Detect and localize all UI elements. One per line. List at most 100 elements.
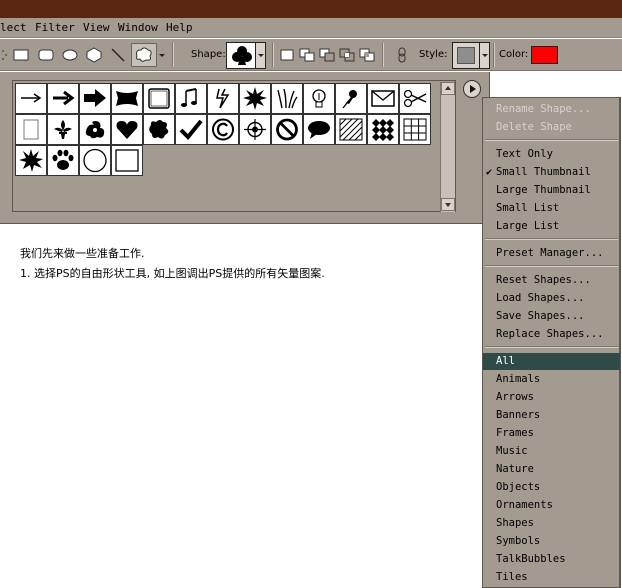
- shape-cell-splat[interactable]: [15, 145, 47, 176]
- menu-item-talkbubbles[interactable]: TalkBubbles: [483, 551, 620, 568]
- shape-cell-paw-print[interactable]: [47, 145, 79, 176]
- menu-item-frames[interactable]: Frames: [483, 425, 620, 442]
- menu-item-ornaments[interactable]: Ornaments: [483, 497, 620, 514]
- custom-shape-picker-panel: [0, 72, 490, 224]
- menu-item-objects[interactable]: Objects: [483, 479, 620, 496]
- shape-cell-envelope[interactable]: [367, 83, 399, 114]
- style-picker-arrow[interactable]: [479, 43, 489, 68]
- line-tool-icon[interactable]: [109, 46, 127, 64]
- menu-item-large-thumbnail[interactable]: Large Thumbnail: [483, 182, 620, 199]
- menu-window[interactable]: Window: [118, 21, 158, 34]
- shape-cell-lightbulb[interactable]: [303, 83, 335, 114]
- custom-shape-tool-icon[interactable]: [131, 43, 157, 67]
- panel-menu-button[interactable]: [463, 80, 481, 98]
- menu-item-large-list[interactable]: Large List: [483, 218, 620, 235]
- menu-item-arrows[interactable]: Arrows: [483, 389, 620, 406]
- menu-item-shapes[interactable]: Shapes: [483, 515, 620, 532]
- menu-item-small-thumbnail[interactable]: ✔ Small Thumbnail: [483, 164, 620, 181]
- shape-cell-grass[interactable]: [271, 83, 303, 114]
- menu-view[interactable]: View: [83, 21, 110, 34]
- shape-cell-copyright[interactable]: [207, 114, 239, 145]
- shape-cell-talk-bubble[interactable]: [303, 114, 335, 145]
- menu-help[interactable]: Help: [166, 21, 193, 34]
- menu-item-nature[interactable]: Nature: [483, 461, 620, 478]
- menu-filter[interactable]: Filter: [35, 21, 75, 34]
- grass-icon: [277, 88, 298, 109]
- subtract-area-icon[interactable]: [318, 46, 336, 64]
- shape-cell-target[interactable]: [239, 114, 271, 145]
- menu-item-tiles[interactable]: Tiles: [483, 569, 620, 586]
- shape-cell-fleur-de-lis[interactable]: [47, 114, 79, 145]
- rounded-rectangle-tool-icon[interactable]: [37, 46, 55, 64]
- shape-cell-checkmark[interactable]: [175, 114, 207, 145]
- menu-item-preset-manager[interactable]: Preset Manager...: [483, 245, 620, 262]
- shape-cell-blank-frame[interactable]: [15, 114, 47, 145]
- menu-item-replace-shapes[interactable]: Replace Shapes...: [483, 326, 620, 343]
- shape-cell-lightning[interactable]: [207, 83, 239, 114]
- shape-cell-square-frame[interactable]: [111, 145, 143, 176]
- menu-item-all[interactable]: All: [483, 353, 620, 370]
- shape-cell-starburst[interactable]: [239, 83, 271, 114]
- create-new-layer-icon[interactable]: [278, 46, 296, 64]
- envelope-icon: [371, 90, 395, 107]
- menu-select[interactable]: lect: [0, 21, 27, 34]
- menu-item-music[interactable]: Music: [483, 443, 620, 460]
- shape-cell-grid[interactable]: [399, 114, 431, 145]
- menu-item-label: Nature: [496, 463, 534, 475]
- menu-item-label: All: [496, 355, 515, 367]
- shape-cell-scissors[interactable]: [399, 83, 431, 114]
- shape-cell-ornament[interactable]: [79, 114, 111, 145]
- instruction-line-1: 我们先来做一些准备工作.: [20, 247, 145, 260]
- menu-item-reset-shapes[interactable]: Reset Shapes...: [483, 272, 620, 289]
- menu-item-banners[interactable]: Banners: [483, 407, 620, 424]
- shape-cell-frame[interactable]: [143, 83, 175, 114]
- grip-handle[interactable]: [0, 46, 10, 64]
- link-icon[interactable]: [396, 46, 408, 64]
- music-notes-icon: [181, 88, 197, 107]
- vertical-scrollbar[interactable]: [440, 82, 455, 212]
- shape-cell-no-sign[interactable]: [271, 114, 303, 145]
- tool-dropdown-arrow-icon[interactable]: [158, 46, 166, 64]
- scroll-up-button[interactable]: [441, 82, 455, 95]
- shape-cell-heart[interactable]: [111, 114, 143, 145]
- shape-cell-hatched-square[interactable]: [335, 114, 367, 145]
- menu-item-save-shapes[interactable]: Save Shapes...: [483, 308, 620, 325]
- shape-picker[interactable]: [226, 42, 266, 69]
- menu-item-text-only[interactable]: Text Only: [483, 146, 620, 163]
- shape-cell-music-notes[interactable]: [175, 83, 207, 114]
- shape-cell-blob[interactable]: [143, 114, 175, 145]
- shape-label: Shape:: [191, 49, 226, 60]
- talk-bubble-icon: [308, 121, 330, 139]
- rectangle-tool-icon[interactable]: [12, 46, 30, 64]
- menu-item-symbols[interactable]: Symbols: [483, 533, 620, 550]
- intersect-area-icon[interactable]: [338, 46, 356, 64]
- color-label: Color:: [499, 49, 529, 60]
- menu-item-label: Rename Shape...: [496, 103, 591, 115]
- menu-item-small-list[interactable]: Small List: [483, 200, 620, 217]
- add-to-area-icon[interactable]: [298, 46, 316, 64]
- exclude-overlap-icon[interactable]: [358, 46, 376, 64]
- shape-cell-pushpin[interactable]: [335, 83, 367, 114]
- shape-cell-arrow-bold[interactable]: [79, 83, 111, 114]
- ellipse-tool-icon[interactable]: [61, 46, 79, 64]
- menu-item-label: Music: [496, 445, 528, 457]
- menu-item-load-shapes[interactable]: Load Shapes...: [483, 290, 620, 307]
- shape-picker-arrow[interactable]: [255, 43, 265, 68]
- lightbulb-icon: [312, 89, 326, 108]
- color-swatch[interactable]: [531, 46, 558, 64]
- style-picker[interactable]: [452, 42, 490, 69]
- shape-cell-diamond-grid[interactable]: [367, 114, 399, 145]
- menu-item-label: Frames: [496, 427, 534, 439]
- scroll-down-button[interactable]: [441, 198, 455, 211]
- shape-cell-banner[interactable]: [111, 83, 143, 114]
- shape-cell-arrow-thin[interactable]: [15, 83, 47, 114]
- shape-cell-arrow[interactable]: [47, 83, 79, 114]
- menu-item-label: Objects: [496, 481, 541, 493]
- menu-separator: [485, 139, 618, 141]
- scissors-icon: [403, 89, 427, 108]
- circle-frame-icon: [83, 148, 107, 173]
- grid-icon: [403, 118, 427, 141]
- menu-item-animals[interactable]: Animals: [483, 371, 620, 388]
- polygon-tool-icon[interactable]: [85, 46, 103, 64]
- shape-cell-circle-frame[interactable]: [79, 145, 111, 176]
